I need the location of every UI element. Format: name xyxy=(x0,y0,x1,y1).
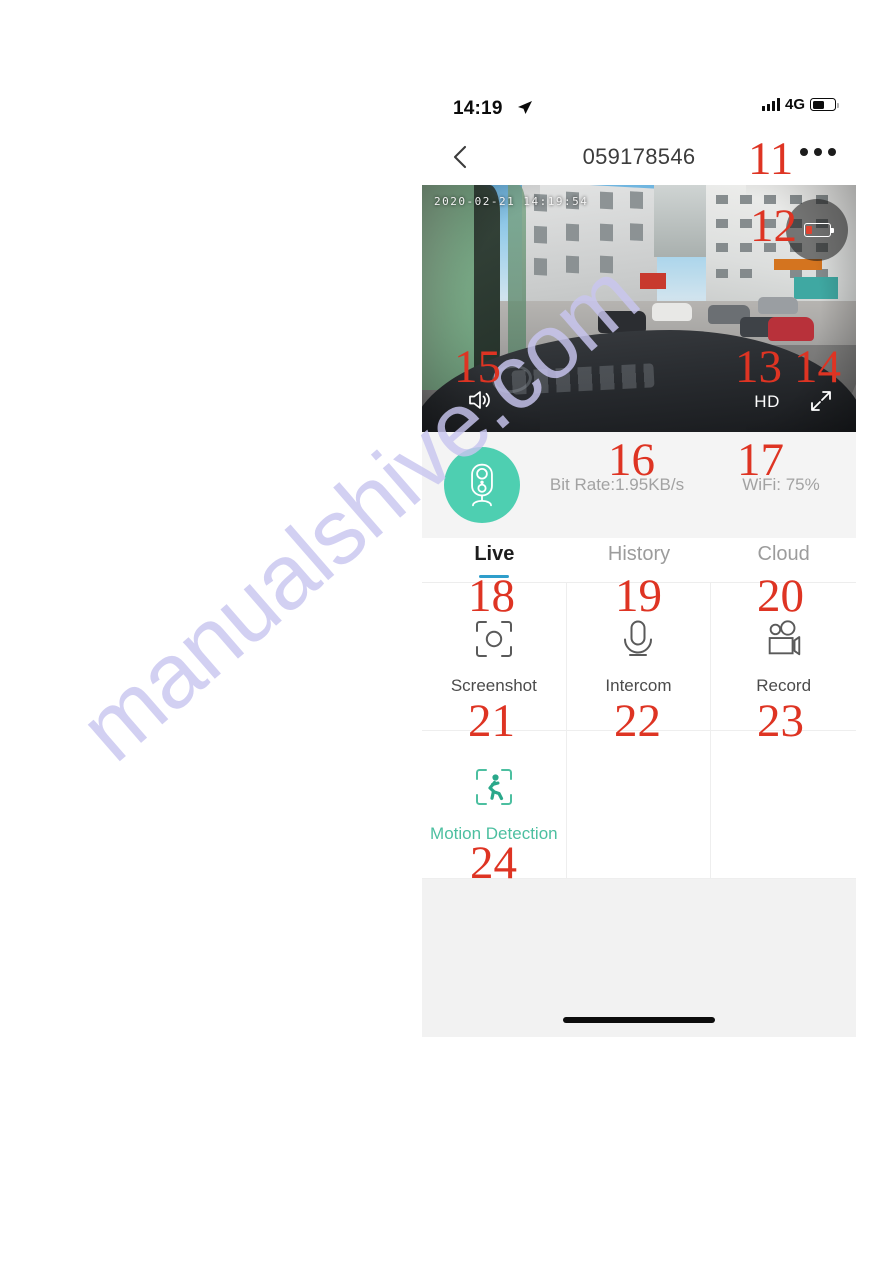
screenshot-frame-icon xyxy=(473,618,515,660)
video-car xyxy=(652,303,692,321)
phone-screen: 14:19 4G 059178546 2020-02-21 14:19:54 H… xyxy=(422,88,856,1037)
tab-live[interactable]: Live xyxy=(422,538,567,582)
bit-rate-label: Bit Rate:1.95KB/s xyxy=(549,475,685,494)
bottom-area xyxy=(422,879,856,1037)
action-motion-detection[interactable]: Motion Detection xyxy=(422,731,567,879)
more-options-button[interactable] xyxy=(800,148,836,156)
video-pillar-green xyxy=(508,185,526,375)
status-bar-right: 4G xyxy=(761,96,839,113)
action-grid: Screenshot Intercom Record Motion Detect… xyxy=(422,583,856,879)
live-video-player[interactable]: 2020-02-21 14:19:54 HD xyxy=(422,185,856,432)
signal-bars-icon xyxy=(761,98,780,111)
battery-icon xyxy=(810,98,839,111)
microphone-icon xyxy=(617,618,659,660)
device-battery-badge xyxy=(786,199,848,261)
action-grid-empty-cell xyxy=(566,731,712,879)
action-intercom[interactable]: Intercom xyxy=(566,583,712,731)
fullscreen-expand-icon xyxy=(811,391,831,411)
tab-cloud[interactable]: Cloud xyxy=(711,538,856,582)
nav-bar: 059178546 xyxy=(422,134,856,185)
status-bar-time: 14:19 xyxy=(453,98,503,119)
video-timestamp: 2020-02-21 14:19:54 xyxy=(434,195,589,208)
battery-low-icon xyxy=(803,223,834,237)
wifi-strength-label: WiFi: 75% xyxy=(742,475,820,494)
fullscreen-button[interactable] xyxy=(808,388,834,414)
more-horizontal-icon xyxy=(814,148,822,156)
video-pillar-dark xyxy=(474,185,500,381)
action-label: Motion Detection xyxy=(430,823,558,843)
video-shop-front xyxy=(794,277,838,299)
ip-camera-icon xyxy=(471,463,493,506)
action-screenshot[interactable]: Screenshot xyxy=(422,583,567,731)
device-avatar[interactable] xyxy=(444,447,520,523)
more-horizontal-icon xyxy=(828,148,836,156)
action-grid-empty-cell xyxy=(711,731,856,879)
video-camera-icon xyxy=(763,618,805,660)
tab-bar: Live History Cloud xyxy=(422,538,856,583)
device-info-bar: Bit Rate:1.95KB/s WiFi: 75% xyxy=(422,432,856,538)
video-car xyxy=(598,311,646,333)
page-title: 059178546 xyxy=(582,144,696,169)
motion-detection-icon xyxy=(473,766,515,808)
status-bar: 14:19 4G xyxy=(422,88,856,134)
speaker-toggle-button[interactable] xyxy=(466,386,494,414)
video-red-car xyxy=(768,317,814,341)
video-truck xyxy=(640,273,666,289)
video-quality-button[interactable]: HD xyxy=(754,392,780,412)
speaker-on-icon xyxy=(469,391,490,409)
video-car xyxy=(758,297,798,314)
action-record[interactable]: Record xyxy=(711,583,856,731)
location-arrow-icon xyxy=(517,100,533,116)
more-horizontal-icon xyxy=(800,148,808,156)
action-label: Screenshot xyxy=(450,675,537,695)
network-label: 4G xyxy=(784,96,805,113)
action-label: Intercom xyxy=(605,675,672,695)
action-label: Record xyxy=(756,675,812,695)
device-stats: Bit Rate:1.95KB/s WiFi: 75% xyxy=(520,475,856,495)
tab-history[interactable]: History xyxy=(567,538,712,582)
home-indicator xyxy=(563,1017,715,1023)
